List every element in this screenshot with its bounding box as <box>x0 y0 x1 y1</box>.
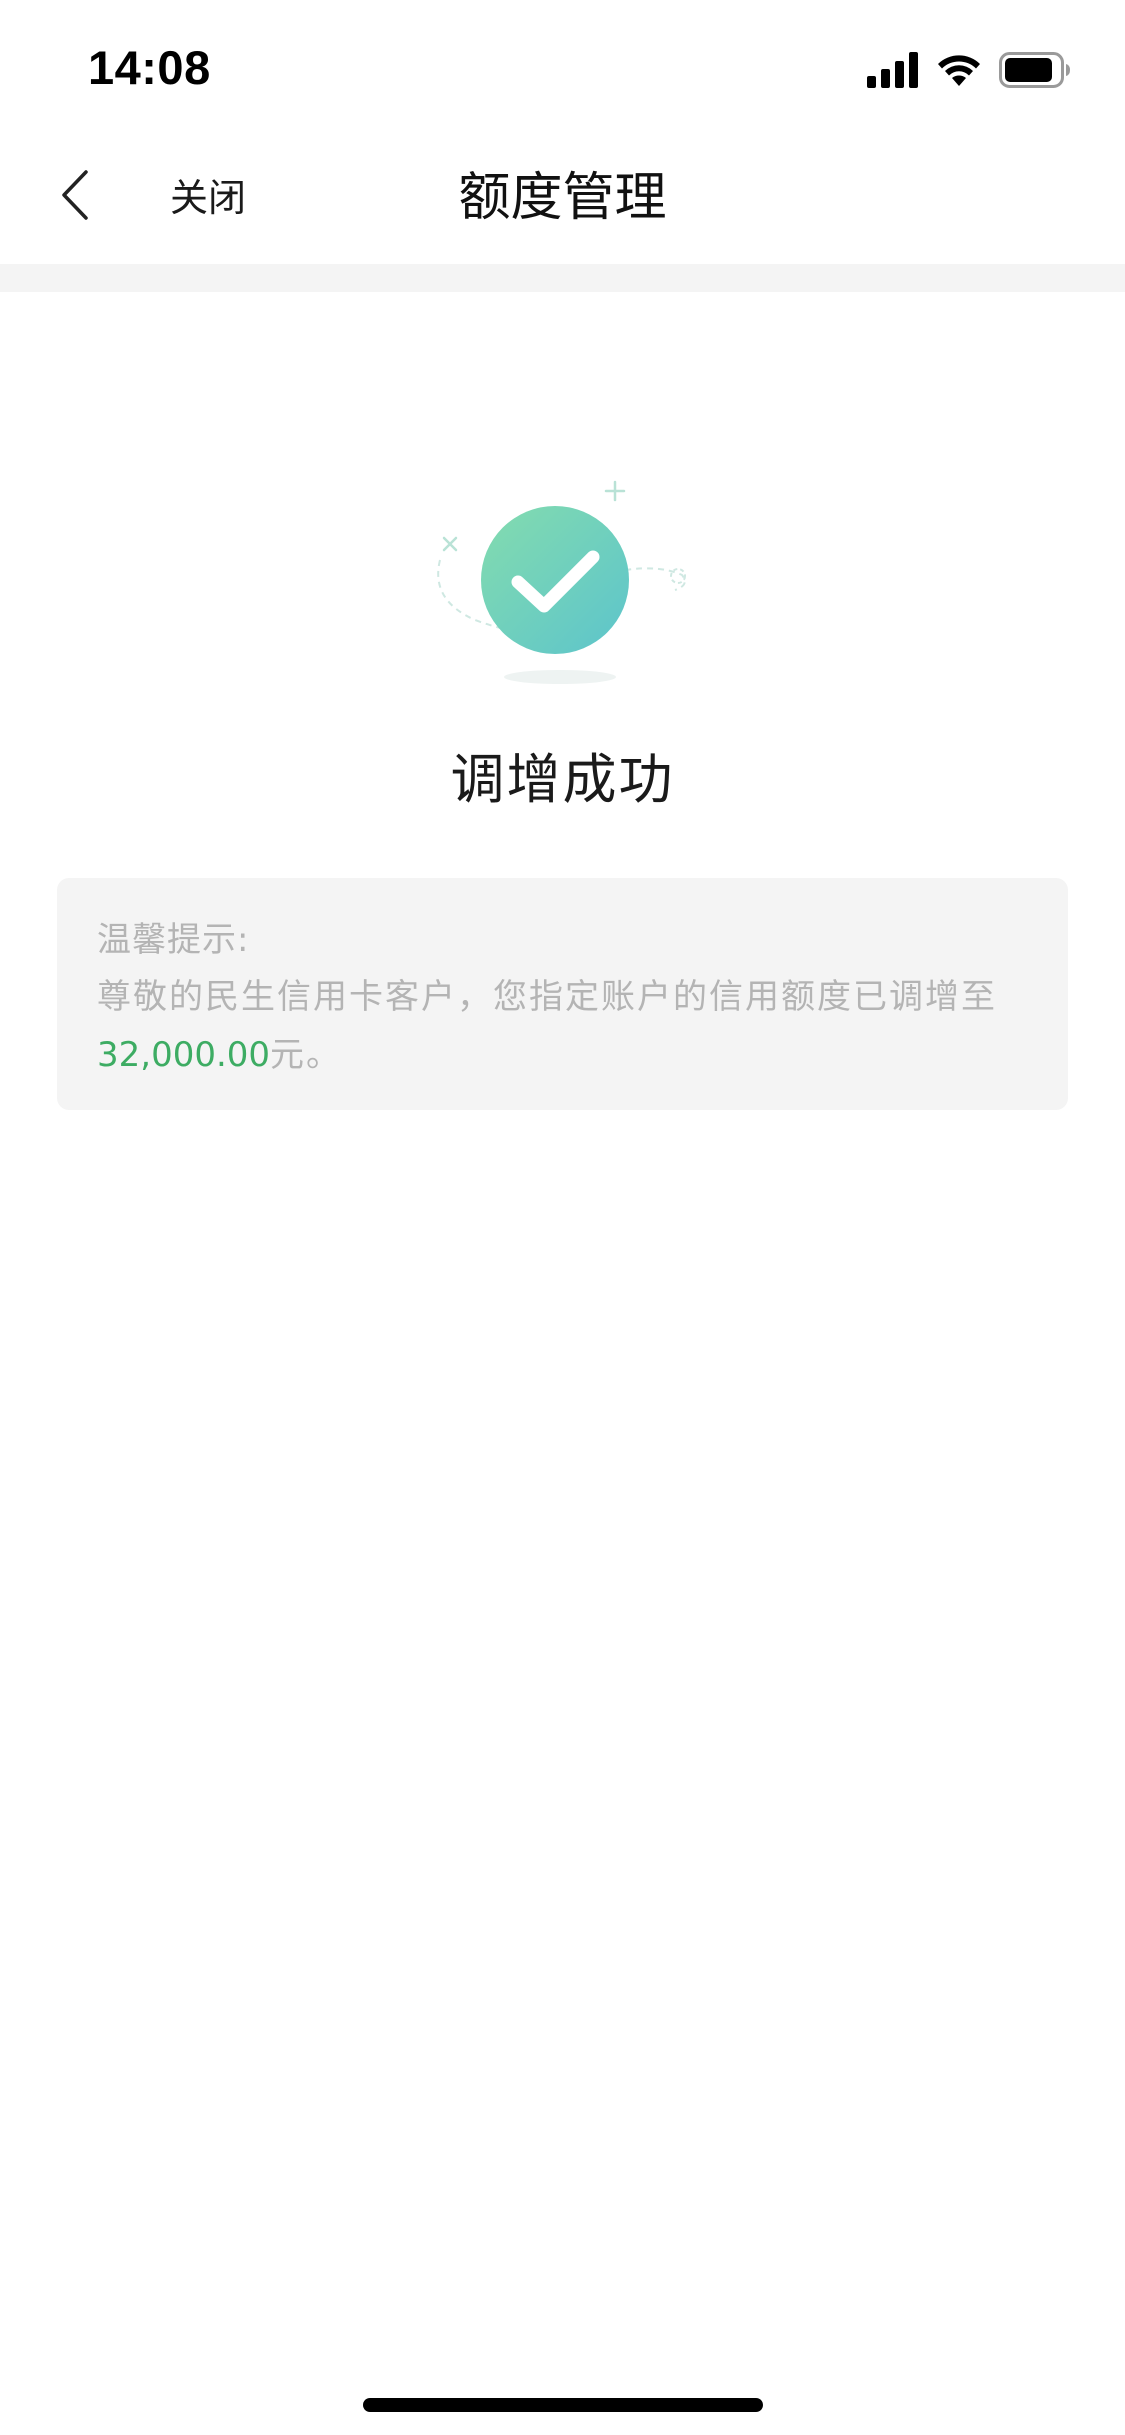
nav-bar: 关闭 额度管理 <box>0 132 1125 264</box>
battery-icon <box>999 52 1071 92</box>
header-divider <box>0 264 1125 292</box>
tip-label: 温馨提示: <box>97 920 250 960</box>
success-illustration <box>420 460 710 700</box>
tip-message-suffix: 元。 <box>270 1035 343 1075</box>
wifi-icon <box>935 52 983 92</box>
signal-icon <box>867 52 919 92</box>
tip-box: 温馨提示: 尊敬的民生信用卡客户，您指定账户的信用额度已调增至 32,000.00… <box>57 878 1068 1110</box>
status-bar: 14:08 <box>0 0 1125 132</box>
home-indicator[interactable] <box>363 2398 763 2412</box>
tip-message-prefix: 尊敬的民生信用卡客户，您指定账户的信用额度已调增至 <box>97 977 997 1017</box>
page-title: 额度管理 <box>458 168 667 228</box>
check-circle-icon <box>437 480 686 684</box>
result-title: 调增成功 <box>450 748 675 811</box>
tip-message: 尊敬的民生信用卡客户，您指定账户的信用额度已调增至 32,000.00元。 <box>97 968 1028 1084</box>
status-icons <box>867 50 1071 94</box>
tip-amount: 32,000.00 <box>97 1035 271 1075</box>
status-time: 14:08 <box>88 41 211 94</box>
